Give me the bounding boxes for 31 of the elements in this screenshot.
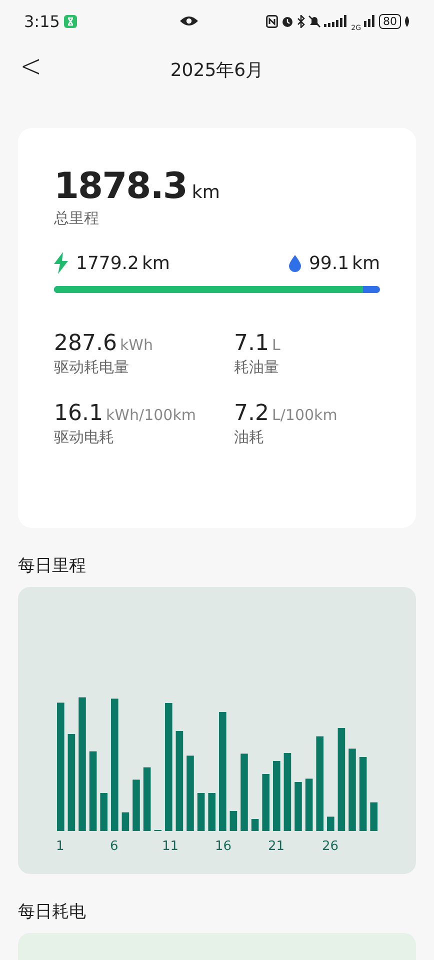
stat-value: 7.2 [234,401,269,426]
total-unit: km [192,182,220,203]
axis-label: 1 [56,839,64,854]
axis-label: 11 [162,839,179,854]
section-title: 每日耗电 [18,901,87,923]
stat-unit: kWh/100km [106,406,196,424]
stat-value: 7.1 [234,331,269,356]
total-label: 总里程 [54,209,100,228]
stat-label: 驱动耗电量 [54,358,130,377]
section-title: 每日里程 [18,555,87,577]
electric-unit: km [142,252,170,274]
total-mileage: 1878.3 [54,166,187,207]
axis-label: 26 [322,839,339,854]
fuel-unit: km [352,252,380,274]
stat-unit: L/100km [272,406,338,424]
axis-label: 16 [215,839,232,854]
stat-label: 驱动电耗 [54,428,115,447]
axis-label: 6 [110,839,118,854]
stat-value: 287.6 [54,331,117,356]
back-button[interactable]: < [20,49,42,85]
electric-mileage: 1779.2 [76,252,139,274]
stat-value: 16.1 [54,401,103,426]
stat-label: 耗油量 [234,358,280,377]
fuel-mileage: 99.1 [308,252,350,274]
status-time: 3:15 [24,12,60,30]
stat-unit: L [272,336,280,354]
stat-unit: kWh [120,336,154,354]
stat-label: 油耗 [234,428,265,447]
battery-level: 80 [379,14,401,28]
page-title: 2025年6月 [170,59,264,82]
axis-label: 21 [268,839,285,854]
